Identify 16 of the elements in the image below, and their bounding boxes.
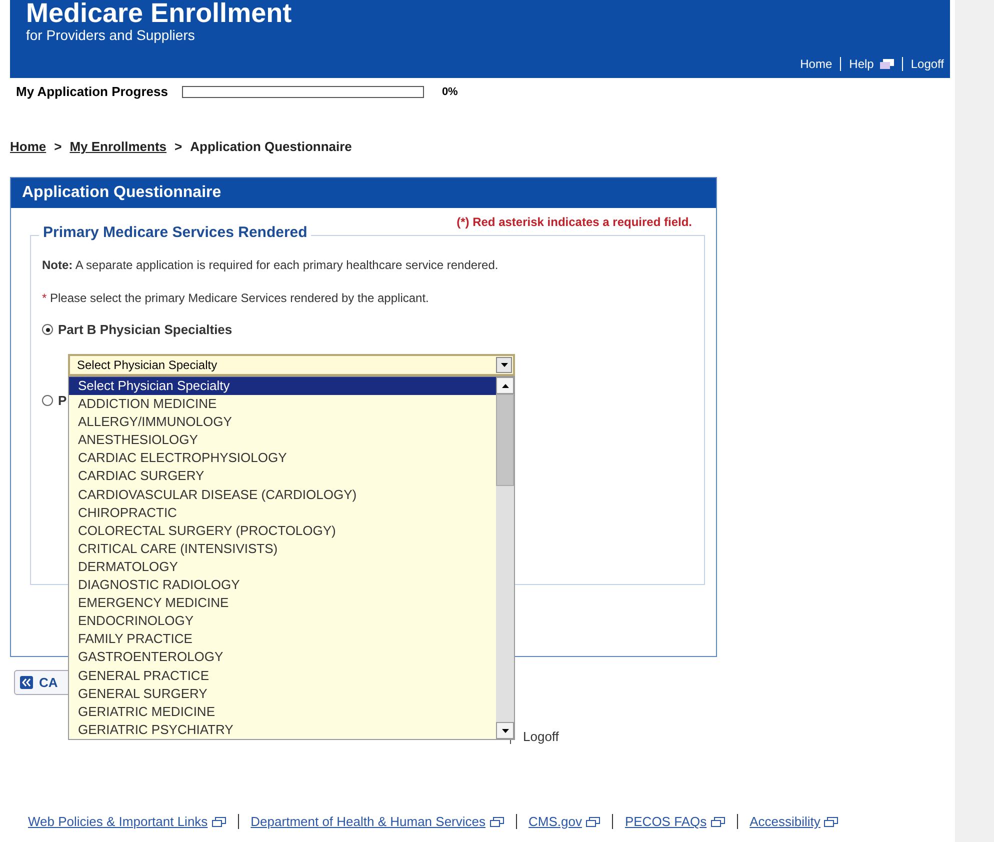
required-note: (*) Red asterisk indicates a required field. <box>456 214 693 229</box>
site-subtitle: for Providers and Suppliers <box>26 27 196 43</box>
prompt-text: Please select the primary Medicare Services rendered by the applicant. <box>50 291 429 305</box>
progress-label: My Application Progress <box>16 84 168 99</box>
required-asterisk: * <box>42 291 47 305</box>
option-label: Part B Physician Specialties <box>58 322 232 337</box>
note-label: Note: <box>42 258 73 272</box>
site-title: Medicare Enrollment <box>26 0 292 27</box>
option-label: P <box>58 393 67 408</box>
note-text: A separate application is required for each primary healthcare service rendered. <box>75 258 498 272</box>
panel-title: Application Questionnaire <box>11 178 716 208</box>
breadcrumb-current: Application Questionnaire <box>190 139 352 154</box>
breadcrumb-separator: > <box>54 139 62 154</box>
breadcrumb-separator: > <box>174 139 182 154</box>
progress-percent: 0% <box>442 86 458 98</box>
section-title: Primary Medicare Services Rendered <box>39 224 312 241</box>
